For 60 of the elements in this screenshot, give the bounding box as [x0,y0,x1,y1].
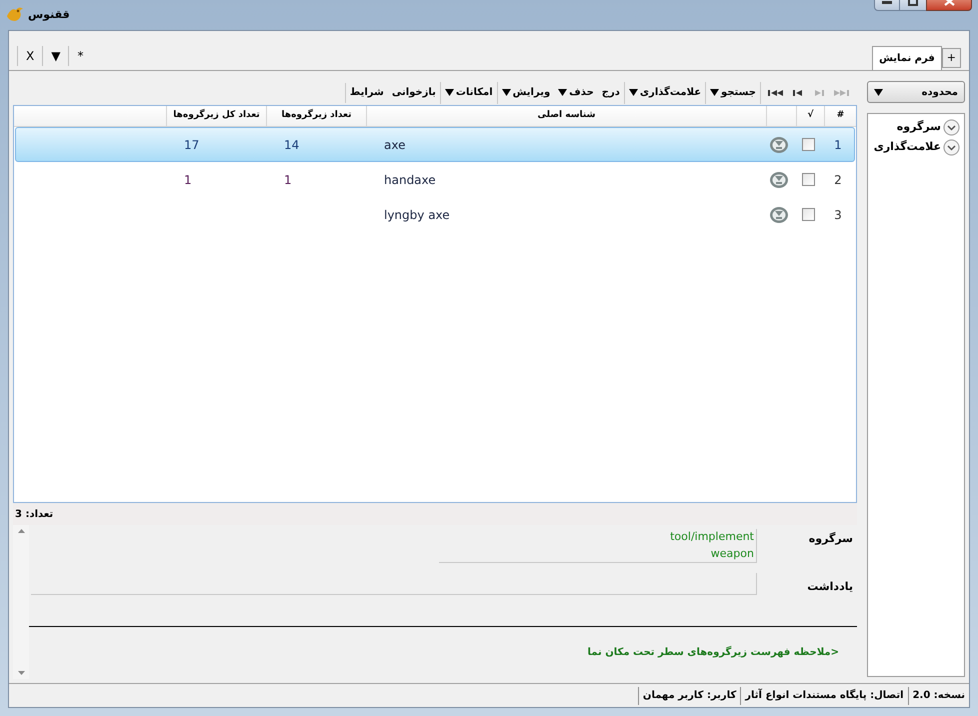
toolbar-button[interactable]: جستجو [706,82,761,104]
note-field[interactable] [31,573,757,595]
row-checkbox[interactable] [802,208,814,221]
toolbar-button[interactable]: علامت‌گذاری [624,82,706,104]
table-cell: 17 [184,138,200,152]
subgroups-link[interactable]: > ملاحظه فهرست زیرگروه‌های سطر تحت مکان نما [588,644,839,660]
record-count: تعداد: 3 [15,508,54,522]
add-tab-button[interactable]: + [942,48,961,68]
row-checkbox[interactable] [802,138,814,151]
hourglass-icon [769,170,789,188]
toolbar-button[interactable]: بازخوانی [388,82,441,104]
caret-icon [558,89,568,96]
caret-icon [502,89,511,96]
field-label: سرگروه [808,531,853,547]
tree-item[interactable]: سرگروه [868,118,960,136]
parent-group-value: weapon [710,546,754,562]
status-text: نسخه: 2.0 [908,686,969,704]
caret-icon [628,89,638,96]
phoenix-logo-icon [6,7,24,23]
caret-icon [710,89,720,96]
column-header: # [824,106,856,126]
caret-icon [444,89,454,96]
row-checkbox[interactable] [802,173,814,186]
table-cell: lyngby axe [384,208,450,222]
column-header: تعداد کل زیرگروه‌ها [166,106,266,126]
table-cell: 1 [284,172,292,186]
hourglass-icon [769,136,789,154]
field-label: یادداشت [806,579,853,595]
toolbar-button[interactable]: امکانات [440,82,498,104]
table-cell: handaxe [384,172,436,186]
tab-action-button[interactable]: * [68,46,92,66]
toolbar-button[interactable]: ویرایش [498,82,554,104]
last-record-icon [768,88,784,98]
toolbar-button[interactable]: شرایط [346,82,388,104]
row-number: 1 [834,138,842,152]
column-header: √ [796,106,824,126]
table-cell: axe [384,138,406,152]
column-header: تعداد زیرگروه‌ها [266,106,366,126]
row-number: 2 [834,172,842,186]
column-header: شناسه اصلی [366,106,766,126]
first-record-icon [834,88,850,98]
toolbar-button[interactable]: درج [598,82,625,104]
tab-action-button[interactable]: X [17,46,42,66]
hourglass-icon [769,206,789,224]
range-dropdown[interactable]: محدوده [867,81,965,103]
table-cell: 14 [284,138,300,152]
toolbar-button[interactable]: حذف [554,82,598,104]
table-cell: 1 [184,172,192,186]
tree-item[interactable]: علامت‌گذاری [868,138,960,156]
scroll-up-icon [18,529,24,533]
status-text: کاربر: کاربر مهمان [638,686,740,704]
tab-action-button[interactable]: ▼ [42,46,68,66]
scroll-down-icon [18,671,24,675]
caret-icon [874,88,883,96]
parent-group-value: tool/implement [670,529,754,545]
window-title: ققنوس [28,6,70,23]
minimize-icon [882,0,892,4]
document-tab[interactable]: فرم نمایش [872,46,942,70]
status-text: اتصال: پایگاه مستندات انواع آثار [740,686,908,704]
row-number: 3 [834,208,842,222]
